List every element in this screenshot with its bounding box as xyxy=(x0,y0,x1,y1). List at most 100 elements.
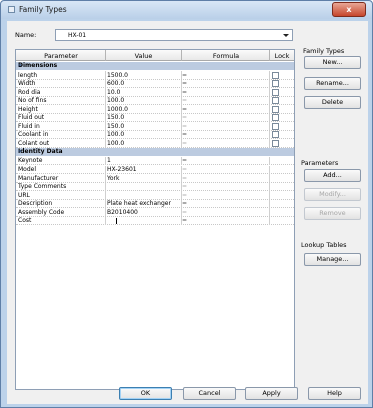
parameter-row[interactable]: Cost = xyxy=(16,216,294,226)
collapse-icon[interactable]: » xyxy=(18,62,288,69)
column-header-formula[interactable]: Formula xyxy=(182,52,270,60)
formula-field[interactable]: = xyxy=(182,175,187,182)
formula-field[interactable]: = xyxy=(182,192,187,199)
formula-field[interactable]: = xyxy=(182,209,187,216)
parameter-row[interactable]: No of fins 100.0 = xyxy=(16,96,294,106)
apply-button[interactable]: Apply xyxy=(245,387,298,400)
parameter-row[interactable]: Fluid out 150.0 = xyxy=(16,113,294,123)
ok-button[interactable]: OK xyxy=(119,387,172,400)
parameter-row[interactable]: Coolant in 100.0 = xyxy=(16,130,294,140)
parameter-row[interactable]: URL = xyxy=(16,191,294,200)
formula-field[interactable]: = xyxy=(182,157,187,164)
column-divider xyxy=(105,199,106,208)
parameter-value-field[interactable]: B2010400 xyxy=(107,209,138,216)
group-header[interactable]: Identity Data» xyxy=(16,147,294,156)
help-button[interactable]: Help xyxy=(308,387,361,400)
lock-checkbox[interactable] xyxy=(272,80,279,88)
parameter-value-field[interactable]: 1 xyxy=(107,157,111,164)
add-parameter-button[interactable]: Add... xyxy=(304,169,361,182)
column-divider xyxy=(181,122,182,131)
delete-type-button[interactable]: Delete xyxy=(304,96,361,109)
name-dropdown[interactable]: HX-01 xyxy=(55,29,293,41)
parameter-name: Width xyxy=(18,80,36,88)
remove-parameter-button[interactable]: Remove xyxy=(304,207,361,220)
formula-field[interactable]: = xyxy=(182,114,187,121)
parameter-row[interactable]: Rod dia 10.0 = xyxy=(16,88,294,97)
parameter-name: Fluid in xyxy=(18,122,40,130)
parameter-name: Description xyxy=(18,200,53,208)
column-header-lock[interactable]: Lock xyxy=(270,52,294,60)
lock-checkbox[interactable] xyxy=(272,114,279,122)
dialog-body: Name: HX-01 Parameter Value Formula Lock… xyxy=(7,21,368,404)
column-divider xyxy=(269,208,270,217)
manage-lookup-tables-button[interactable]: Manage... xyxy=(304,253,361,266)
formula-field[interactable]: = xyxy=(182,183,187,190)
parameter-row[interactable]: length 1500.0 = xyxy=(16,71,294,80)
parameter-row[interactable]: Model HX-23601 = xyxy=(16,165,294,174)
column-divider xyxy=(105,88,106,97)
formula-field[interactable]: = xyxy=(182,123,187,130)
new-type-button[interactable]: New... xyxy=(304,56,361,69)
column-divider xyxy=(181,113,182,122)
formula-field[interactable]: = xyxy=(182,131,187,138)
rename-type-button[interactable]: Rename... xyxy=(304,77,361,90)
formula-field[interactable]: = xyxy=(182,89,187,96)
column-divider xyxy=(105,216,106,225)
parameter-value-field[interactable]: 100.0 xyxy=(107,131,124,138)
parameter-row[interactable]: Keynote 1 = xyxy=(16,156,294,166)
title-bar[interactable]: Family Types x xyxy=(1,1,372,19)
chevron-down-icon[interactable] xyxy=(283,34,289,37)
column-divider xyxy=(269,96,270,105)
parameter-row[interactable]: Manufacturer York = xyxy=(16,174,294,183)
parameter-value-field[interactable]: 10.0 xyxy=(107,89,120,96)
formula-field[interactable]: = xyxy=(182,106,187,113)
lock-checkbox[interactable] xyxy=(272,97,279,105)
parameter-value-field[interactable]: 1500.0 xyxy=(107,72,128,79)
modify-parameter-button[interactable]: Modify... xyxy=(304,188,361,201)
close-button[interactable]: x xyxy=(332,2,366,17)
column-divider xyxy=(269,130,270,139)
column-divider xyxy=(181,79,182,88)
parameter-value-field[interactable]: Plate heat exchanger xyxy=(107,200,171,207)
family-types-section-label: Family Types xyxy=(303,47,345,55)
parameter-row[interactable]: Fluid in 150.0 = xyxy=(16,122,294,131)
column-divider xyxy=(181,199,182,208)
column-divider xyxy=(105,130,106,139)
cancel-button[interactable]: Cancel xyxy=(183,387,236,400)
lock-checkbox[interactable] xyxy=(272,105,279,113)
collapse-icon[interactable]: » xyxy=(18,148,288,155)
column-header-value[interactable]: Value xyxy=(106,52,181,60)
parameter-value-field[interactable]: 150.0 xyxy=(107,114,124,121)
column-divider xyxy=(105,191,106,200)
lock-checkbox[interactable] xyxy=(272,139,279,147)
lock-checkbox[interactable] xyxy=(272,88,279,96)
lock-checkbox[interactable] xyxy=(272,122,279,130)
formula-field[interactable]: = xyxy=(182,97,187,104)
lock-checkbox[interactable] xyxy=(272,131,279,139)
parameter-row[interactable]: Description Plate heat exchanger = xyxy=(16,199,294,209)
column-divider xyxy=(269,71,270,79)
parameter-name: URL xyxy=(18,191,30,199)
formula-field[interactable]: = xyxy=(182,166,187,173)
parameter-value-field[interactable]: 600.0 xyxy=(107,80,124,87)
formula-field[interactable]: = xyxy=(182,140,187,147)
parameter-row[interactable]: Colant out 100.0 = xyxy=(16,139,294,148)
formula-field[interactable]: = xyxy=(182,217,187,224)
parameter-value-field[interactable]: 150.0 xyxy=(107,123,124,130)
lock-checkbox[interactable] xyxy=(272,71,279,79)
parameter-row[interactable]: Type Comments = xyxy=(16,182,294,192)
parameter-value-field[interactable]: HX-23601 xyxy=(107,166,137,173)
formula-field[interactable]: = xyxy=(182,80,187,87)
parameter-row[interactable]: Assembly Code B2010400 = xyxy=(16,208,294,217)
group-header[interactable]: Dimensions» xyxy=(16,62,294,70)
parameter-row[interactable]: Height 1000.0 = xyxy=(16,105,294,114)
parameter-value-field[interactable]: 100.0 xyxy=(107,97,124,104)
parameter-value-field[interactable]: 1000.0 xyxy=(107,106,128,113)
column-header-parameter[interactable]: Parameter xyxy=(16,52,106,60)
parameter-value-field[interactable]: 100.0 xyxy=(107,140,124,147)
formula-field[interactable]: = xyxy=(182,72,187,79)
column-divider xyxy=(269,174,270,183)
parameter-row[interactable]: Width 600.0 = xyxy=(16,79,294,89)
parameter-value-field[interactable]: York xyxy=(107,175,119,182)
formula-field[interactable]: = xyxy=(182,200,187,207)
